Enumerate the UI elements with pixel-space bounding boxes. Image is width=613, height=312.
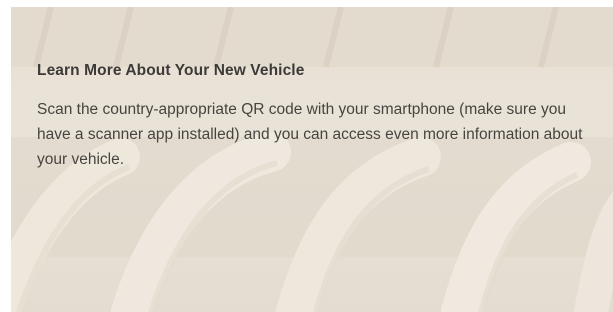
- info-card: Learn More About Your New Vehicle Scan t…: [11, 7, 613, 312]
- info-content: Learn More About Your New Vehicle Scan t…: [37, 62, 597, 172]
- section-heading: Learn More About Your New Vehicle: [37, 62, 305, 79]
- section-body-text: Scan the country-appropriate QR code wit…: [37, 101, 583, 168]
